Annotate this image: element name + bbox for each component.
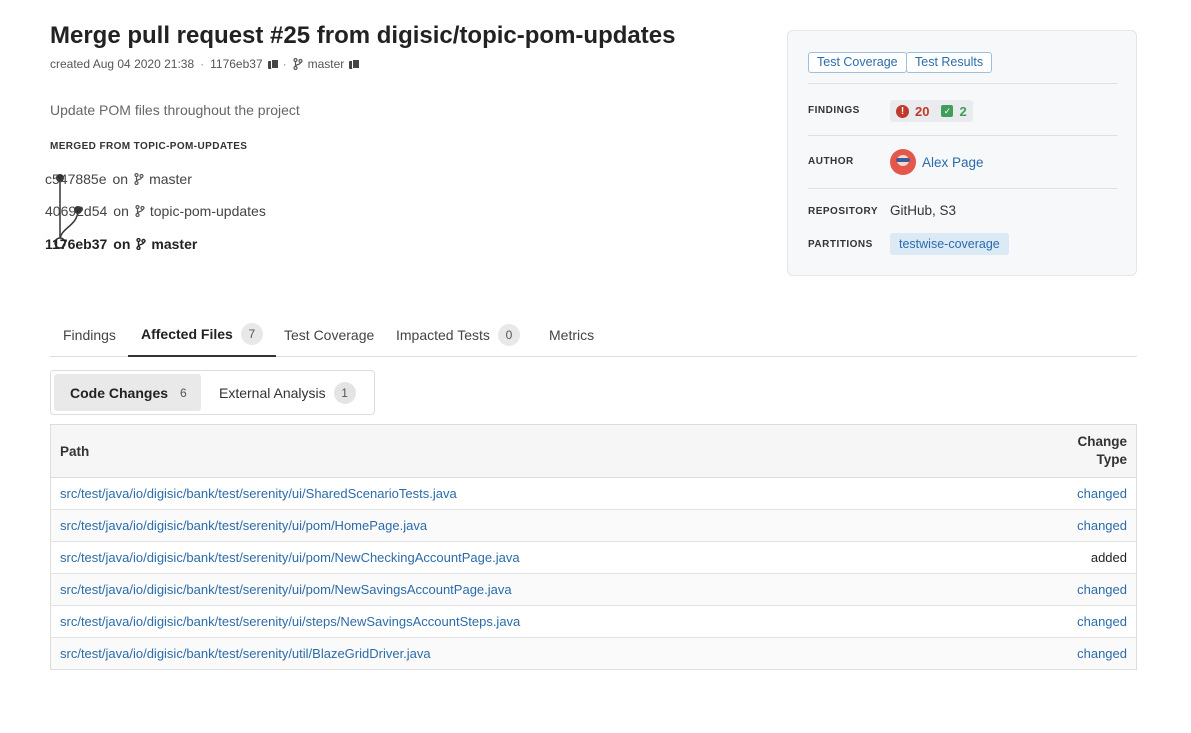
author-label: AUTHOR — [808, 156, 854, 167]
test-coverage-chip[interactable]: Test Coverage — [808, 52, 907, 73]
author-link[interactable]: Alex Page — [890, 149, 984, 175]
subtab-external-analysis[interactable]: External Analysis 1 — [203, 374, 370, 411]
tab-label: Impacted Tests — [396, 326, 490, 343]
findings-ok-count: 2 — [959, 103, 967, 119]
branch-icon — [135, 205, 145, 217]
table-row: src/test/java/io/digisic/bank/test/seren… — [50, 605, 1137, 638]
affected-files-subtabs: Code Changes 6 External Analysis 1 — [50, 370, 375, 415]
findings-summary[interactable]: ! 20 ✓ 2 — [890, 100, 973, 122]
history-item[interactable]: 40692d54 on topic-pom-updates — [45, 203, 266, 219]
tab-label: Test Coverage — [284, 326, 375, 343]
history-item-current[interactable]: 1176eb37 on master — [45, 236, 197, 252]
tab-affected-files[interactable]: Affected Files 7 — [128, 312, 276, 357]
file-path-link[interactable]: src/test/java/io/digisic/bank/test/seren… — [60, 518, 427, 533]
partition-tag[interactable]: testwise-coverage — [890, 233, 1009, 255]
history-branch: topic-pom-updates — [149, 203, 266, 219]
branch-icon — [293, 58, 303, 70]
tab-metrics[interactable]: Metrics — [549, 312, 594, 357]
change-type-link[interactable]: changed — [1077, 614, 1127, 629]
table-row: src/test/java/io/digisic/bank/test/seren… — [50, 573, 1137, 606]
created-date: created Aug 04 2020 21:38 — [50, 57, 195, 71]
avatar — [890, 149, 916, 175]
table-row: src/test/java/io/digisic/bank/test/seren… — [50, 509, 1137, 542]
history-on: on — [113, 236, 131, 252]
commit-meta: created Aug 04 2020 21:38 · 1176eb37 · m… — [50, 57, 361, 71]
subtab-count: 1 — [333, 381, 356, 404]
findings-error-count: 20 — [915, 103, 930, 119]
error-icon: ! — [896, 104, 909, 118]
history-on: on — [112, 171, 129, 187]
subtab-code-changes[interactable]: Code Changes 6 — [54, 374, 201, 411]
copy-hash-icon[interactable] — [267, 59, 279, 69]
partitions-label: PARTITIONS — [808, 239, 873, 250]
table-row: src/test/java/io/digisic/bank/test/seren… — [50, 541, 1137, 574]
file-path-link[interactable]: src/test/java/io/digisic/bank/test/seren… — [60, 646, 431, 661]
card-divider — [808, 83, 1118, 84]
commit-hash: 1176eb37 — [210, 57, 263, 71]
meta-separator: · — [282, 57, 287, 71]
tab-count-badge: 7 — [240, 322, 263, 345]
card-divider — [808, 188, 1118, 189]
subtab-label: Code Changes — [70, 384, 169, 401]
history-branch: master — [149, 171, 192, 187]
column-header-path[interactable]: Path — [50, 424, 1047, 478]
affected-files-table: Path Change Type src/test/java/io/digisi… — [50, 424, 1137, 670]
change-type-link[interactable]: changed — [1077, 486, 1127, 501]
branch-icon — [136, 238, 147, 250]
column-header-text: Type — [1096, 452, 1127, 467]
branch-icon — [134, 173, 144, 185]
change-type-link[interactable]: changed — [1077, 646, 1127, 661]
commit-branch: master — [307, 57, 345, 71]
commit-description: Update POM files throughout the project — [50, 102, 300, 118]
merged-from-heading: MERGED FROM TOPIC-POM-UPDATES — [50, 141, 248, 152]
tab-label: Affected Files — [141, 325, 233, 342]
history-hash: 1176eb37 — [45, 236, 108, 252]
repository-label: REPOSITORY — [808, 206, 879, 217]
tab-test-coverage[interactable]: Test Coverage — [284, 312, 374, 357]
tab-count-badge: 0 — [497, 323, 520, 346]
table-row: src/test/java/io/digisic/bank/test/seren… — [50, 637, 1137, 670]
subtab-label: External Analysis — [219, 384, 326, 401]
file-path-link[interactable]: src/test/java/io/digisic/bank/test/seren… — [60, 614, 520, 629]
column-header-text: Change — [1077, 434, 1127, 449]
subtab-count: 6 — [180, 385, 187, 400]
file-path-link[interactable]: src/test/java/io/digisic/bank/test/seren… — [60, 486, 457, 501]
check-icon: ✓ — [941, 105, 954, 117]
table-row: src/test/java/io/digisic/bank/test/seren… — [50, 477, 1137, 510]
card-divider — [808, 135, 1118, 136]
tab-label: Metrics — [549, 326, 595, 343]
findings-label: FINDINGS — [808, 105, 860, 116]
change-type-link[interactable]: changed — [1077, 582, 1127, 597]
change-type-text: added — [1090, 550, 1127, 565]
tab-findings[interactable]: Findings — [63, 312, 116, 357]
table-header-row: Path Change Type — [50, 424, 1137, 478]
column-header-change-type[interactable]: Change Type — [1046, 424, 1137, 478]
history-item[interactable]: c547885e on master — [45, 171, 192, 187]
page-title: Merge pull request #25 from digisic/topi… — [50, 22, 676, 49]
author-name: Alex Page — [922, 154, 984, 170]
tab-impacted-tests[interactable]: Impacted Tests 0 — [396, 312, 520, 357]
test-results-chip[interactable]: Test Results — [906, 52, 993, 73]
repository-value: GitHub, S3 — [890, 203, 957, 218]
commit-info-card: Test Coverage Test Results FINDINGS ! 20… — [787, 30, 1137, 276]
meta-separator: · — [200, 57, 205, 71]
copy-branch-icon[interactable] — [349, 59, 361, 69]
history-hash: c547885e — [45, 171, 107, 187]
file-path-link[interactable]: src/test/java/io/digisic/bank/test/seren… — [60, 550, 520, 565]
tab-label: Findings — [63, 326, 116, 343]
file-path-link[interactable]: src/test/java/io/digisic/bank/test/seren… — [60, 582, 512, 597]
main-tabs: Findings Affected Files 7 Test Coverage … — [50, 312, 1137, 357]
history-hash: 40692d54 — [45, 203, 108, 219]
history-branch: master — [151, 236, 198, 252]
change-type-link[interactable]: changed — [1077, 518, 1127, 533]
history-on: on — [113, 203, 129, 219]
